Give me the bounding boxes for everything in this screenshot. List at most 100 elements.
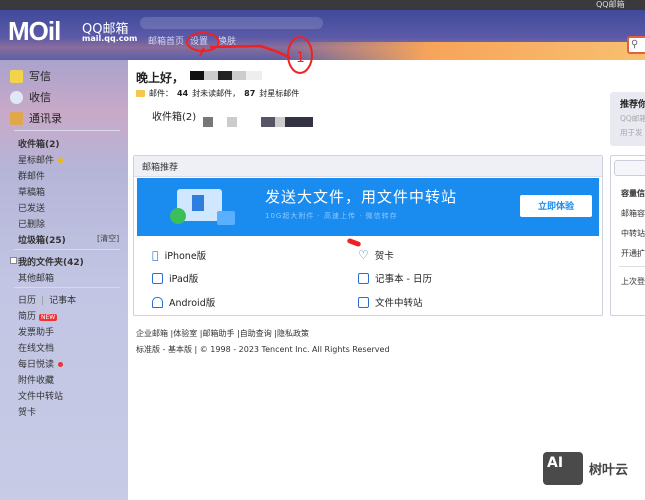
search-input[interactable]: ⚲: [627, 36, 645, 54]
divider: [14, 249, 120, 250]
ipad-label: iPad版: [169, 274, 199, 285]
starred-label: 封星标邮件: [259, 89, 300, 98]
divider: [14, 287, 120, 288]
tool-reading[interactable]: 每日悦读: [18, 357, 64, 370]
starred-count[interactable]: 87: [244, 89, 255, 98]
reading-label: 每日悦读: [18, 360, 55, 370]
try-now-button[interactable]: 立即体验: [520, 195, 592, 217]
tool-resume[interactable]: 简历 NEW: [18, 309, 58, 322]
stats-prefix: 邮件：: [149, 89, 173, 98]
link-cards[interactable]: ♡ 贺卡: [358, 248, 394, 262]
inbox-summary[interactable]: 收件箱(2): [152, 108, 196, 123]
recommend-panel: 邮箱推荐 发送大文件，用文件中转站 10G超大附件 · 高速上传 · 微信转存 …: [133, 155, 603, 316]
divider: [14, 130, 120, 131]
link-file-transfer[interactable]: 文件中转站: [358, 295, 423, 309]
redacted-inbox: [203, 117, 318, 127]
contacts-button[interactable]: 通讯录: [10, 110, 62, 126]
recommend-line1: QQ邮箱: [620, 114, 645, 123]
tool-attachments[interactable]: 附件收藏: [18, 373, 54, 386]
mail-stats: 邮件： 44 封未读邮件， 87 封星标邮件: [136, 88, 299, 99]
android-label: Android版: [169, 298, 216, 309]
unread-label: 封未读邮件，: [192, 89, 241, 98]
nav-home[interactable]: 邮箱首页: [148, 34, 184, 47]
logo[interactable]: MOil: [8, 16, 61, 47]
footer-links: 企业邮箱 |体验室 |邮箱助手 |自助查询 |隐私政策: [136, 329, 309, 338]
footer-privacy[interactable]: 隐私政策: [277, 329, 309, 338]
panel-title: 邮箱推荐: [134, 156, 602, 177]
last-login: 上次登: [621, 277, 645, 286]
tool-invoice[interactable]: 发票助手: [18, 325, 54, 338]
tool-cards[interactable]: 贺卡: [18, 405, 36, 418]
compose-label: 写信: [29, 70, 51, 83]
file-transfer-label: 文件中转站: [375, 298, 423, 309]
inbox-icon: [10, 90, 23, 104]
contacts-icon: [10, 111, 23, 125]
unread-count[interactable]: 44: [177, 89, 188, 98]
calendar-link[interactable]: 日历: [18, 296, 36, 306]
file-transfer-illustration-icon: [170, 189, 235, 225]
watermark-text: 树叶云: [589, 463, 629, 478]
compose-button[interactable]: 写信: [10, 68, 51, 84]
receive-button[interactable]: 收信: [10, 89, 51, 105]
footer-versions[interactable]: 标准版 - 基本版: [136, 345, 192, 354]
heart-icon: ♡: [358, 248, 369, 262]
footer-assistant[interactable]: 邮箱助手: [203, 329, 235, 338]
folder-starred-label: 星标邮件: [18, 156, 55, 166]
my-folders[interactable]: 我的文件夹(42): [18, 255, 84, 268]
red-dot-icon: [58, 362, 64, 367]
apple-icon: : [152, 249, 159, 262]
expand-capacity[interactable]: 开通扩: [621, 248, 645, 259]
calendar-icon: [358, 272, 369, 284]
capacity-tab[interactable]: [614, 160, 645, 176]
ipad-icon: [152, 272, 163, 284]
search-icon: ⚲: [631, 39, 639, 50]
watermark: AI 树叶云: [543, 452, 628, 485]
annotation-number: 1: [296, 50, 305, 66]
footer-enterprise[interactable]: 企业邮箱: [136, 329, 168, 338]
folder-sent[interactable]: 已发送: [18, 201, 45, 214]
new-badge: NEW: [39, 314, 58, 321]
account-bar: [140, 17, 323, 29]
folder-drafts[interactable]: 草稿箱: [18, 185, 45, 198]
capacity-info: 容量信: [621, 189, 645, 198]
link-iphone[interactable]: iPhone版: [152, 248, 207, 263]
recommend-card[interactable]: 推荐你 QQ邮箱 用于发: [610, 92, 645, 146]
file-transfer-banner[interactable]: 发送大文件，用文件中转站 10G超大附件 · 高速上传 · 微信转存 立即体验: [137, 178, 599, 236]
redacted-name: [190, 71, 262, 80]
capacity-panel: 容量信 邮箱容 中转站 开通扩 上次登: [610, 155, 645, 316]
greeting: 晚上好，: [136, 71, 185, 85]
link-notepad-calendar[interactable]: 记事本 - 日历: [358, 271, 432, 285]
folder-deleted[interactable]: 已删除: [18, 217, 45, 230]
folder-spam[interactable]: 垃圾箱(25): [18, 233, 66, 246]
folder-starred[interactable]: 星标邮件: [18, 153, 64, 166]
recommend-title: 推荐你: [620, 100, 645, 110]
recommend-line2: 用于发: [620, 128, 643, 137]
link-android[interactable]: Android版: [152, 295, 215, 309]
footer-self-service[interactable]: 自助查询: [240, 329, 272, 338]
file-transfer-icon: [358, 296, 369, 308]
expand-icon[interactable]: [10, 257, 17, 264]
banner-title: 发送大文件，用文件中转站: [265, 188, 458, 206]
star-dot-icon: [58, 158, 64, 163]
compose-icon: [10, 69, 23, 83]
folder-inbox[interactable]: 收件箱(2): [18, 137, 60, 150]
transfer-capacity: 中转站: [621, 229, 645, 238]
footer-lab[interactable]: 体验室: [173, 329, 197, 338]
resume-label: 简历: [18, 312, 37, 322]
logo-url: mail.qq.com: [82, 34, 138, 43]
footer-copyright-line: 标准版 - 基本版 | © 1998 - 2023 Tencent Inc. A…: [136, 345, 390, 354]
iphone-label: iPhone版: [158, 251, 207, 262]
tool-file-transfer[interactable]: 文件中转站: [18, 389, 63, 402]
other-mailbox[interactable]: 其他邮箱: [18, 271, 54, 284]
banner-subtitle: 10G超大附件 · 高速上传 · 微信转存: [265, 212, 398, 220]
link-ipad[interactable]: iPad版: [152, 271, 198, 285]
notepad-calendar-label: 记事本 - 日历: [375, 274, 432, 285]
copyright: © 1998 - 2023 Tencent Inc. All Rights Re…: [199, 345, 390, 354]
mail-icon: [136, 90, 145, 97]
folder-group[interactable]: 群邮件: [18, 169, 45, 182]
empty-spam-link[interactable]: [清空]: [97, 233, 119, 244]
notepad-link[interactable]: 记事本: [49, 296, 76, 306]
browser-tab-title[interactable]: QQ邮箱: [596, 0, 625, 10]
cards-label: 贺卡: [374, 251, 394, 262]
tool-docs[interactable]: 在线文档: [18, 341, 54, 354]
